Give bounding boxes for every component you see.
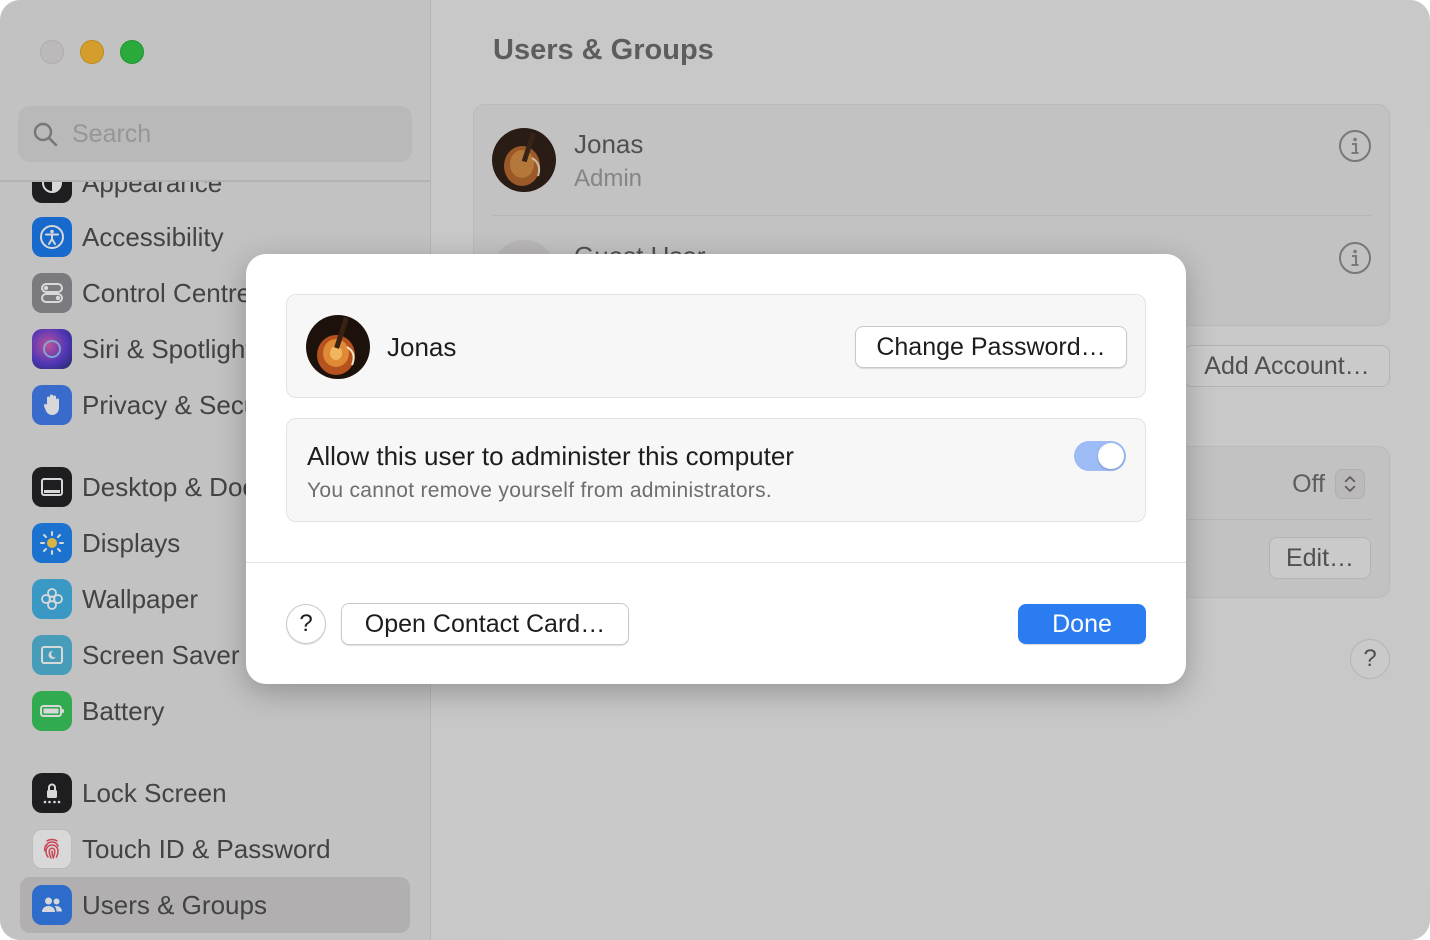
sheet-divider [246, 562, 1186, 563]
user-details-sheet: Jonas Change Password… Allow this user t… [246, 254, 1186, 684]
help-button[interactable]: ? [286, 604, 326, 644]
admin-setting-note: You cannot remove yourself from administ… [307, 479, 773, 502]
open-contact-card-button[interactable]: Open Contact Card… [341, 603, 629, 645]
done-button[interactable]: Done [1018, 604, 1146, 644]
change-password-button[interactable]: Change Password… [855, 326, 1127, 368]
admin-setting-row: Allow this user to administer this compu… [286, 418, 1146, 522]
admin-setting-title: Allow this user to administer this compu… [307, 441, 794, 471]
admin-toggle[interactable] [1074, 441, 1126, 471]
user-summary: Jonas Change Password… [286, 294, 1146, 398]
avatar [306, 315, 370, 379]
settings-window: Search Appearance Accessibility Control … [0, 0, 1430, 940]
toggle-knob [1098, 443, 1124, 469]
user-name: Jonas [387, 332, 457, 362]
